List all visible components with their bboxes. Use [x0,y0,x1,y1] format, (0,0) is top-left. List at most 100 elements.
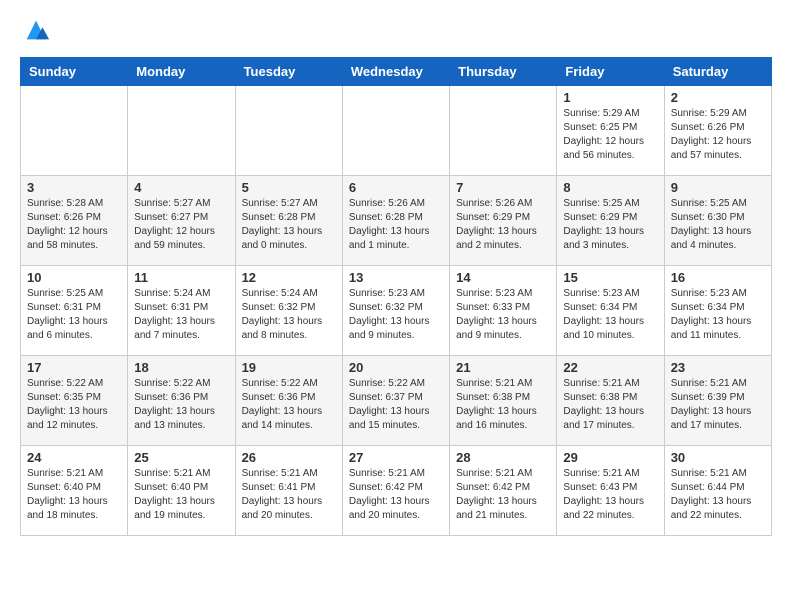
weekday-header-sunday: Sunday [21,57,128,85]
calendar-cell: 15 Sunrise: 5:23 AM Sunset: 6:34 PM Dayli… [557,265,664,355]
day-number: 13 [349,270,443,285]
calendar-week-row: 24 Sunrise: 5:21 AM Sunset: 6:40 PM Dayli… [21,445,772,535]
weekday-header-tuesday: Tuesday [235,57,342,85]
day-number: 15 [563,270,657,285]
day-info: Sunrise: 5:23 AM Sunset: 6:33 PM Dayligh… [456,287,550,343]
day-number: 23 [671,360,765,375]
day-number: 16 [671,270,765,285]
day-number: 21 [456,360,550,375]
calendar-cell: 23 Sunrise: 5:21 AM Sunset: 6:39 PM Dayli… [664,355,771,445]
day-info: Sunrise: 5:22 AM Sunset: 6:36 PM Dayligh… [134,377,228,433]
day-info: Sunrise: 5:21 AM Sunset: 6:42 PM Dayligh… [456,467,550,523]
day-number: 24 [27,450,121,465]
calendar-cell: 21 Sunrise: 5:21 AM Sunset: 6:38 PM Dayli… [450,355,557,445]
day-info: Sunrise: 5:25 AM Sunset: 6:30 PM Dayligh… [671,197,765,253]
day-info: Sunrise: 5:21 AM Sunset: 6:44 PM Dayligh… [671,467,765,523]
calendar-cell: 22 Sunrise: 5:21 AM Sunset: 6:38 PM Dayli… [557,355,664,445]
calendar-cell: 17 Sunrise: 5:22 AM Sunset: 6:35 PM Dayli… [21,355,128,445]
calendar-cell: 18 Sunrise: 5:22 AM Sunset: 6:36 PM Dayli… [128,355,235,445]
weekday-header-monday: Monday [128,57,235,85]
calendar-cell [450,85,557,175]
calendar-cell: 28 Sunrise: 5:21 AM Sunset: 6:42 PM Dayli… [450,445,557,535]
day-number: 17 [27,360,121,375]
day-number: 3 [27,180,121,195]
day-info: Sunrise: 5:23 AM Sunset: 6:34 PM Dayligh… [671,287,765,343]
calendar-cell: 27Sunrise: 5:21 AM Sunset: 6:42 PM Dayli… [342,445,449,535]
day-number: 19 [242,360,336,375]
day-number: 1 [563,90,657,105]
calendar-week-row: 1 Sunrise: 5:29 AM Sunset: 6:25 PM Daylig… [21,85,772,175]
day-info: Sunrise: 5:24 AM Sunset: 6:32 PM Dayligh… [242,287,336,343]
day-info: Sunrise: 5:21 AM Sunset: 6:41 PM Dayligh… [242,467,336,523]
calendar-cell [235,85,342,175]
day-info: Sunrise: 5:21 AM Sunset: 6:38 PM Dayligh… [563,377,657,433]
day-number: 22 [563,360,657,375]
calendar-cell: 11 Sunrise: 5:24 AM Sunset: 6:31 PM Dayli… [128,265,235,355]
calendar-cell: 8Sunrise: 5:25 AM Sunset: 6:29 PM Daylig… [557,175,664,265]
day-number: 14 [456,270,550,285]
calendar-week-row: 10 Sunrise: 5:25 AM Sunset: 6:31 PM Dayli… [21,265,772,355]
calendar-cell: 4Sunrise: 5:27 AM Sunset: 6:27 PM Daylig… [128,175,235,265]
calendar-cell: 1 Sunrise: 5:29 AM Sunset: 6:25 PM Daylig… [557,85,664,175]
calendar-cell: 6 Sunrise: 5:26 AM Sunset: 6:28 PM Daylig… [342,175,449,265]
calendar-week-row: 3 Sunrise: 5:28 AM Sunset: 6:26 PM Daylig… [21,175,772,265]
day-number: 28 [456,450,550,465]
calendar-cell: 25 Sunrise: 5:21 AM Sunset: 6:40 PM Dayli… [128,445,235,535]
day-info: Sunrise: 5:26 AM Sunset: 6:28 PM Dayligh… [349,197,443,253]
day-number: 26 [242,450,336,465]
calendar-cell: 12 Sunrise: 5:24 AM Sunset: 6:32 PM Dayli… [235,265,342,355]
day-info: Sunrise: 5:21 AM Sunset: 6:38 PM Dayligh… [456,377,550,433]
calendar-cell: 10 Sunrise: 5:25 AM Sunset: 6:31 PM Dayli… [21,265,128,355]
day-number: 12 [242,270,336,285]
day-info: Sunrise: 5:28 AM Sunset: 6:26 PM Dayligh… [27,197,121,253]
calendar-cell [342,85,449,175]
weekday-header-friday: Friday [557,57,664,85]
calendar-cell [21,85,128,175]
calendar-cell: 19 Sunrise: 5:22 AM Sunset: 6:36 PM Dayli… [235,355,342,445]
day-info: Sunrise: 5:29 AM Sunset: 6:26 PM Dayligh… [671,107,765,163]
calendar-cell: 30 Sunrise: 5:21 AM Sunset: 6:44 PM Dayli… [664,445,771,535]
day-number: 2 [671,90,765,105]
weekday-header-saturday: Saturday [664,57,771,85]
weekday-header-row: SundayMondayTuesdayWednesdayThursdayFrid… [21,57,772,85]
calendar-week-row: 17 Sunrise: 5:22 AM Sunset: 6:35 PM Dayli… [21,355,772,445]
day-info: Sunrise: 5:23 AM Sunset: 6:34 PM Dayligh… [563,287,657,343]
day-number: 6 [349,180,443,195]
day-number: 25 [134,450,228,465]
calendar-cell: 5Sunrise: 5:27 AM Sunset: 6:28 PM Daylig… [235,175,342,265]
day-number: 18 [134,360,228,375]
calendar-cell: 20Sunrise: 5:22 AM Sunset: 6:37 PM Dayli… [342,355,449,445]
calendar-cell: 14 Sunrise: 5:23 AM Sunset: 6:33 PM Dayli… [450,265,557,355]
page-header [0,0,792,57]
day-info: Sunrise: 5:22 AM Sunset: 6:35 PM Dayligh… [27,377,121,433]
day-number: 30 [671,450,765,465]
day-info: Sunrise: 5:22 AM Sunset: 6:36 PM Dayligh… [242,377,336,433]
logo [20,16,50,49]
day-number: 20 [349,360,443,375]
calendar-cell: 26 Sunrise: 5:21 AM Sunset: 6:41 PM Dayli… [235,445,342,535]
day-info: Sunrise: 5:25 AM Sunset: 6:31 PM Dayligh… [27,287,121,343]
day-info: Sunrise: 5:21 AM Sunset: 6:43 PM Dayligh… [563,467,657,523]
day-info: Sunrise: 5:21 AM Sunset: 6:40 PM Dayligh… [27,467,121,523]
day-number: 11 [134,270,228,285]
calendar-cell: 29Sunrise: 5:21 AM Sunset: 6:43 PM Dayli… [557,445,664,535]
day-info: Sunrise: 5:26 AM Sunset: 6:29 PM Dayligh… [456,197,550,253]
day-info: Sunrise: 5:21 AM Sunset: 6:39 PM Dayligh… [671,377,765,433]
calendar-cell: 7 Sunrise: 5:26 AM Sunset: 6:29 PM Daylig… [450,175,557,265]
calendar-cell: 2 Sunrise: 5:29 AM Sunset: 6:26 PM Daylig… [664,85,771,175]
day-info: Sunrise: 5:24 AM Sunset: 6:31 PM Dayligh… [134,287,228,343]
day-info: Sunrise: 5:29 AM Sunset: 6:25 PM Dayligh… [563,107,657,163]
weekday-header-thursday: Thursday [450,57,557,85]
weekday-header-wednesday: Wednesday [342,57,449,85]
day-number: 7 [456,180,550,195]
day-number: 4 [134,180,228,195]
logo-icon [22,16,50,44]
day-info: Sunrise: 5:25 AM Sunset: 6:29 PM Dayligh… [563,197,657,253]
calendar-cell [128,85,235,175]
calendar-cell: 24 Sunrise: 5:21 AM Sunset: 6:40 PM Dayli… [21,445,128,535]
day-info: Sunrise: 5:27 AM Sunset: 6:28 PM Dayligh… [242,197,336,253]
day-number: 27 [349,450,443,465]
day-number: 10 [27,270,121,285]
day-info: Sunrise: 5:21 AM Sunset: 6:40 PM Dayligh… [134,467,228,523]
calendar-cell: 13Sunrise: 5:23 AM Sunset: 6:32 PM Dayli… [342,265,449,355]
